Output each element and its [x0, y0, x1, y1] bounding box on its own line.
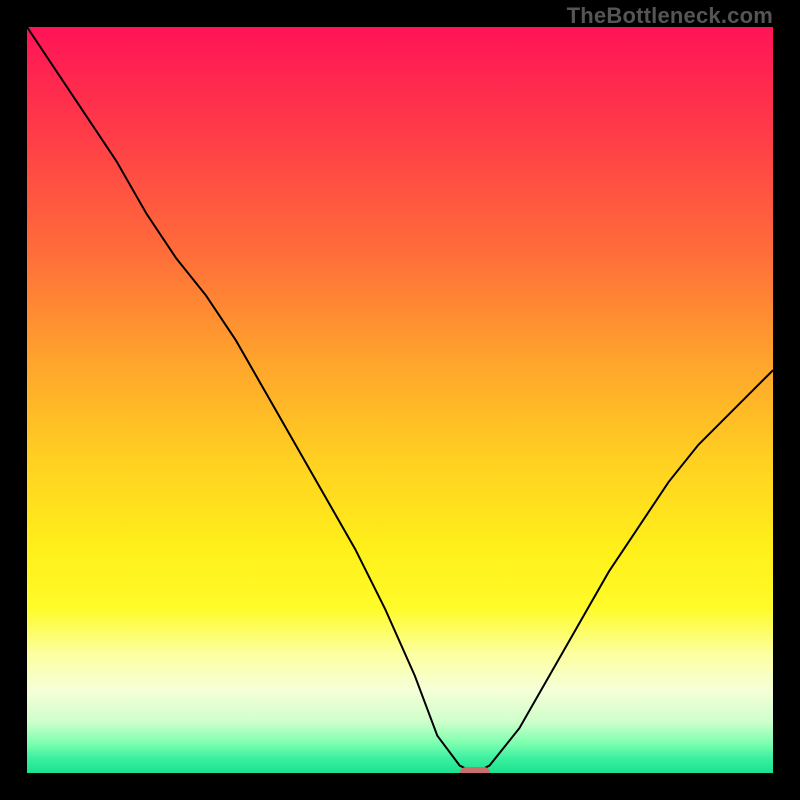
optimal-marker: [460, 767, 490, 773]
plot-area: [27, 27, 773, 773]
bottleneck-curve: [27, 27, 773, 773]
attribution-label: TheBottleneck.com: [567, 3, 773, 29]
chart-frame: TheBottleneck.com: [0, 0, 800, 800]
